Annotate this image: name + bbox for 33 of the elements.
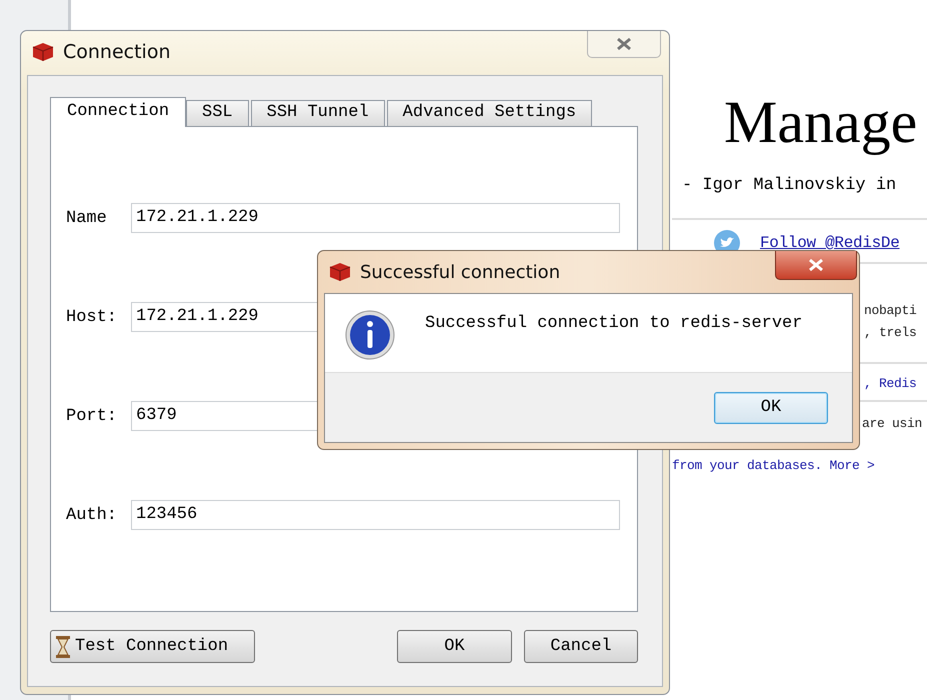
dialog-title: Successful connection xyxy=(360,262,560,282)
field-label: Port: xyxy=(66,406,118,426)
close-icon xyxy=(807,258,825,272)
page-link[interactable]: from your databases. More > xyxy=(672,458,875,473)
cancel-button[interactable]: Cancel xyxy=(524,630,638,663)
hourglass-icon xyxy=(55,634,71,658)
page-text: nobapti xyxy=(864,303,917,318)
window-title: Connection xyxy=(63,41,171,63)
ok-button[interactable]: OK xyxy=(714,392,828,424)
author-byline: - Igor Malinovskiy in xyxy=(682,176,896,195)
page-text: , trels xyxy=(864,325,917,340)
app-logo-icon xyxy=(328,261,352,283)
page-heading: Manage xyxy=(724,88,918,157)
ok-button[interactable]: OK xyxy=(397,630,512,663)
close-button[interactable] xyxy=(775,251,857,280)
test-connection-button[interactable]: Test Connection xyxy=(50,630,255,663)
tab[interactable]: SSL xyxy=(186,100,249,126)
input-field[interactable]: 172.21.1.229 xyxy=(131,203,620,233)
follow-link[interactable]: Follow @RedisDe xyxy=(760,234,900,252)
info-icon xyxy=(345,310,395,360)
field-label: Name xyxy=(66,208,108,228)
page-text: are usin xyxy=(862,416,922,431)
tab[interactable]: SSH Tunnel xyxy=(250,100,385,126)
input-field[interactable]: 123456 xyxy=(131,500,620,530)
close-icon xyxy=(615,37,633,51)
app-logo-icon xyxy=(31,41,55,63)
message-text: Successful connection to redis-server xyxy=(425,314,802,333)
tab[interactable]: Connection xyxy=(50,97,186,127)
close-button[interactable] xyxy=(587,31,661,58)
tab[interactable]: Advanced Settings xyxy=(386,100,592,126)
page-link[interactable]: , Redis xyxy=(864,376,917,391)
field-label: Host: xyxy=(66,308,118,326)
field-label: Auth: xyxy=(66,506,118,524)
